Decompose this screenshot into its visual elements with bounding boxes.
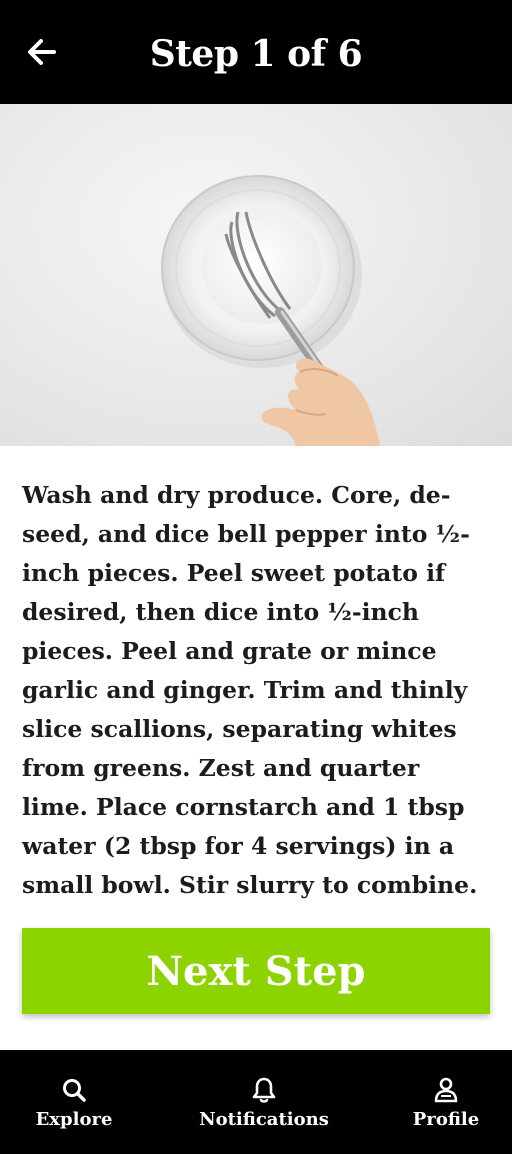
- tab-explore-label: Explore: [35, 1108, 113, 1130]
- bell-icon: [249, 1075, 279, 1105]
- page-title: Step 1 of 6: [149, 33, 363, 75]
- tab-profile[interactable]: Profile: [406, 1050, 486, 1154]
- tab-profile-label: Profile: [412, 1108, 480, 1130]
- search-icon: [59, 1075, 89, 1105]
- user-icon: [431, 1075, 461, 1105]
- step-instructions: Wash and dry produce. Core, de-seed, and…: [22, 481, 478, 899]
- arrow-left-icon: [28, 39, 56, 65]
- back-button[interactable]: [20, 30, 64, 74]
- tab-notifications[interactable]: Notifications: [196, 1050, 332, 1154]
- step-photo: [0, 104, 512, 446]
- next-step-button[interactable]: Next Step: [22, 928, 490, 1014]
- top-bar: Step 1 of 6: [0, 0, 512, 104]
- bottom-tab-bar: Explore Notifications Profile: [0, 1050, 512, 1154]
- tab-notifications-label: Notifications: [199, 1108, 329, 1130]
- tab-explore[interactable]: Explore: [30, 1050, 118, 1154]
